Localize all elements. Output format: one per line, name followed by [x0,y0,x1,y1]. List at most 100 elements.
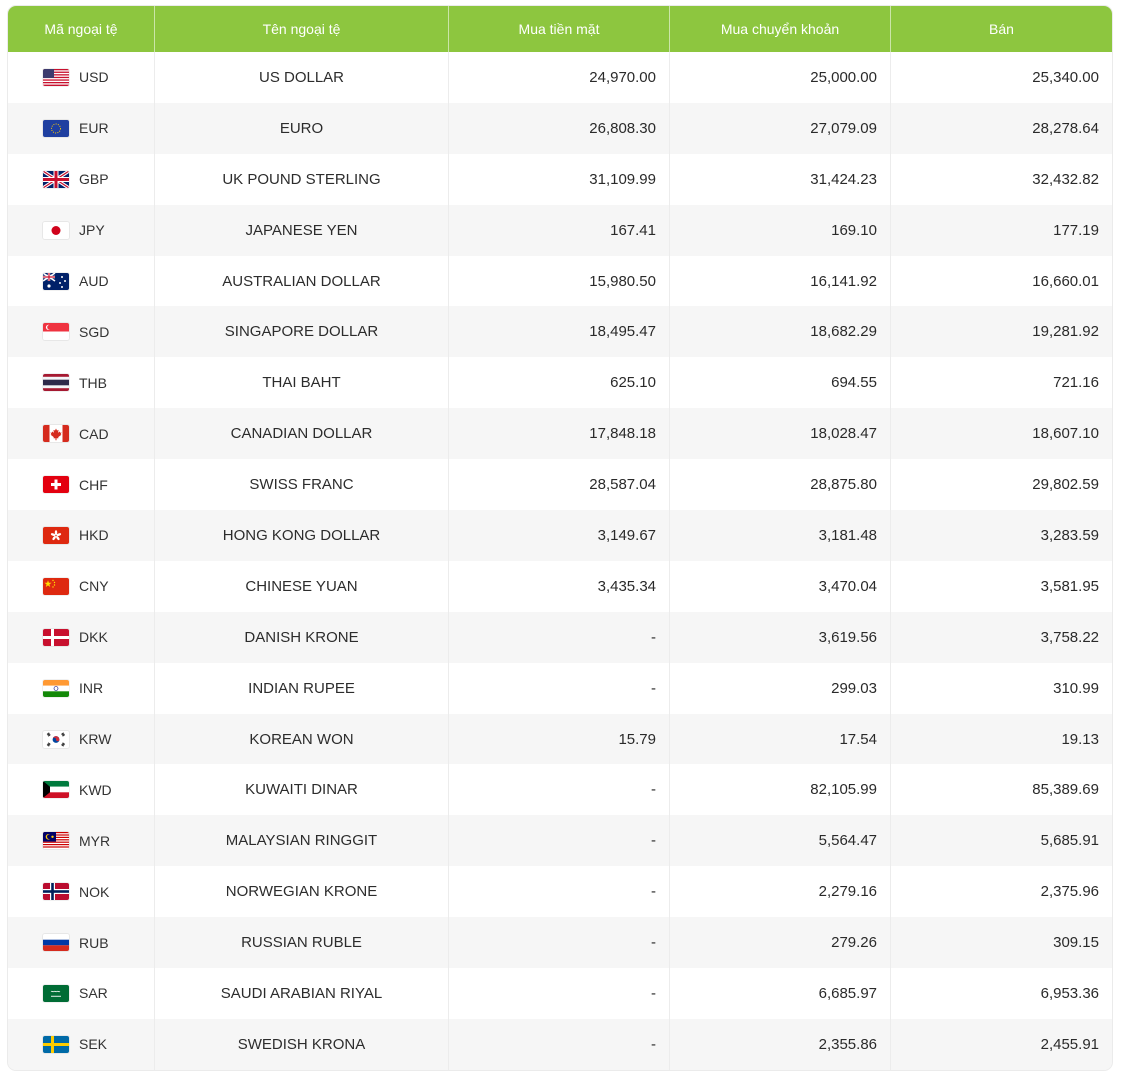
thailand-flag-icon [43,374,69,392]
uk-flag-icon [43,170,69,188]
transfer-buy-rate: 299.03 [670,662,891,714]
currency-code-cell: SAR [8,968,155,1019]
currency-code-cell: CAD [8,408,155,460]
currency-name: HONG KONG DOLLAR [155,510,449,561]
cash-buy-rate: 17,848.18 [449,408,670,460]
exchange-rate-table: Mã ngoại tệ Tên ngoại tệ Mua tiền mặt Mu… [7,5,1113,1071]
sell-rate: 2,455.91 [1040,1035,1099,1053]
currency-code: NOK [79,883,110,900]
table-row[interactable]: AUD AUSTRALIAN DOLLAR 15,980.50 16,141.92 16… [8,255,1112,307]
cash-buy-rate: 625.10 [449,357,670,409]
currency-code: SAR [79,985,108,1002]
currency-code-cell: KRW [8,713,155,765]
currency-code: CAD [79,425,109,442]
transfer-buy-rate: 17.54 [670,713,891,765]
transfer-buy-rate: 6,685.97 [670,968,891,1019]
currency-name: NORWEGIAN KRONE [155,866,449,918]
table-row[interactable]: DKK DANISH KRONE -3,619.56 3,758.22 [8,611,1112,663]
cash-buy-rate: - [449,968,670,1019]
cash-buy-rate: - [449,866,670,918]
currency-code: MYR [79,832,111,849]
malaysia-flag-icon [43,832,69,850]
switzerland-flag-icon [43,476,69,494]
cash-buy-rate: 26,808.30 [449,102,670,154]
table-row[interactable]: THB THAI BAHT 625.10 694.55 721.16 [8,357,1112,409]
table-row[interactable]: USD US DOLLAR 24,970.00 25,000.00 25,340.00 [8,52,1112,103]
singapore-flag-icon [43,323,69,341]
table-row[interactable]: CNY CHINESE YUAN 3,435.34 3,470.04 3,581.95 [8,560,1112,612]
currency-code-cell: NOK [8,866,155,918]
sell-rate: 19,281.92 [1032,323,1099,341]
currency-name: SAUDI ARABIAN RIYAL [155,968,449,1019]
table-row[interactable]: INR INDIAN RUPEE -299.03 310.99 [8,662,1112,714]
currency-code-cell: MYR [8,815,155,867]
table-row[interactable]: EUR EURO 26,808.30 27,079.09 28,278.64 [8,102,1112,154]
currency-code-cell: KWD [8,764,155,816]
table-row[interactable]: HKD HONG KONG DOLLAR 3,149.67 3,181.48 3,283… [8,510,1112,561]
currency-code-cell: RUB [8,917,155,969]
currency-name: UK POUND STERLING [155,153,449,205]
header-sell[interactable]: Bán [891,6,1112,52]
table-row[interactable]: JPY JAPANESE YEN 167.41 169.10 177.19 [8,204,1112,256]
currency-code: JPY [79,222,105,239]
table-row[interactable]: GBP UK POUND STERLING 31,109.99 31,424.23 32… [8,153,1112,205]
currency-name: DANISH KRONE [155,611,449,663]
currency-code: KWD [79,781,112,798]
currency-name: THAI BAHT [155,357,449,409]
table-row[interactable]: KRW KOREAN WON 15.79 17.54 19.13 [8,713,1112,765]
currency-name: CHINESE YUAN [155,560,449,612]
transfer-buy-rate: 31,424.23 [670,153,891,205]
table-row[interactable]: MYR MALAYSIAN RINGGIT -5,564.47 5,685.91 [8,815,1112,867]
cash-buy-rate: 18,495.47 [449,306,670,358]
header-code[interactable]: Mã ngoại tệ [8,6,155,52]
cash-buy-rate: 3,149.67 [449,510,670,561]
cash-buy-rate: 24,970.00 [449,52,670,103]
australia-flag-icon [43,272,69,290]
sweden-flag-icon [43,1035,69,1053]
japan-flag-icon [43,221,69,239]
table-row[interactable]: KWD KUWAITI DINAR -82,105.99 85,389.69 [8,764,1112,816]
table-row[interactable]: CAD CANADIAN DOLLAR 17,848.18 18,028.47 18,6… [8,408,1112,460]
currency-code-cell: JPY [8,204,155,256]
china-flag-icon [43,577,69,595]
currency-name: KOREAN WON [155,713,449,765]
currency-name: US DOLLAR [155,52,449,103]
currency-code-cell: SEK [8,1018,155,1070]
table-row[interactable]: RUB RUSSIAN RUBLE -279.26 309.15 [8,917,1112,969]
sell-rate: 18,607.10 [1032,425,1099,443]
currency-code: AUD [79,273,109,289]
sell-rate: 32,432.82 [1032,170,1099,188]
currency-code-cell: SGD [8,306,155,358]
cash-buy-rate: 15.79 [449,713,670,765]
sell-rate: 25,340.00 [1032,68,1099,86]
header-transfer-buy[interactable]: Mua chuyển khoản [670,6,891,52]
header-name[interactable]: Tên ngoại tệ [155,6,449,52]
cash-buy-rate: - [449,662,670,714]
table-row[interactable]: SGD SINGAPORE DOLLAR 18,495.47 18,682.29 19,… [8,306,1112,358]
table-row[interactable]: SAR SAUDI ARABIAN RIYAL -6,685.97 6,953.36 [8,968,1112,1019]
currency-code-cell: HKD [8,510,155,561]
currency-code: HKD [79,527,109,544]
sell-rate: 309.15 [1053,934,1099,952]
transfer-buy-rate: 82,105.99 [670,764,891,816]
transfer-buy-rate: 27,079.09 [670,102,891,154]
transfer-buy-rate: 2,279.16 [670,866,891,918]
currency-code: CNY [79,578,109,595]
sell-rate: 3,581.95 [1040,577,1099,595]
table-row[interactable]: CHF SWISS FRANC 28,587.04 28,875.80 29,802.5… [8,459,1112,511]
russia-flag-icon [43,934,69,952]
header-cash-buy[interactable]: Mua tiền mặt [449,6,670,52]
currency-name: SWEDISH KRONA [155,1018,449,1070]
currency-name: MALAYSIAN RINGGIT [155,815,449,867]
transfer-buy-rate: 18,028.47 [670,408,891,460]
currency-code-cell: CHF [8,459,155,511]
currency-name: AUSTRALIAN DOLLAR [155,255,449,307]
denmark-flag-icon [43,628,69,646]
table-row[interactable]: NOK NORWEGIAN KRONE -2,279.16 2,375.96 [8,866,1112,918]
table-row[interactable]: SEK SWEDISH KRONA -2,355.86 2,455.91 [8,1018,1112,1070]
sell-rate: 177.19 [1053,221,1099,239]
currency-code: CHF [79,476,108,493]
transfer-buy-rate: 25,000.00 [670,52,891,103]
norway-flag-icon [43,883,69,901]
sell-rate: 16,660.01 [1032,272,1099,290]
